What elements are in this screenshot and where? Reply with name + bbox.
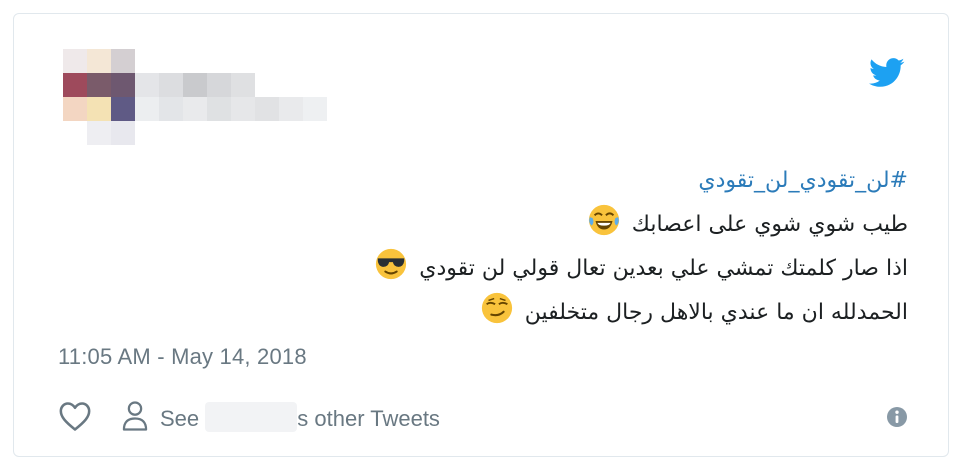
tweet-actions: See s other Tweets <box>58 396 908 436</box>
tweet-line-2-text: اذا صار كلمتك تمشي علي بعدين تعال قولي ل… <box>419 256 908 281</box>
tweet-line-3-text: الحمدلله ان ما عندي بالاهل رجال متخلفين <box>524 300 908 325</box>
see-suffix: s other Tweets <box>297 406 440 431</box>
tweet-line-1-text: طيب شوي شوي على اعصابك <box>631 212 908 237</box>
see-other-tweets-link[interactable]: See s other Tweets <box>160 402 440 432</box>
smirk-emoji-icon <box>481 292 512 324</box>
info-icon[interactable] <box>886 406 908 428</box>
twitter-bird-icon[interactable] <box>869 58 905 88</box>
username-blurred <box>205 402 298 432</box>
heart-icon[interactable] <box>58 400 92 432</box>
tweet-line-3: الحمدلله ان ما عندي بالاهل رجال متخلفين <box>308 291 908 335</box>
tweet-timestamp[interactable]: 11:05 AM - May 14, 2018 <box>58 344 307 370</box>
tweet-card: #لن_تقودي_لن_تقودي طيب شوي شوي على اعصاب… <box>13 13 949 457</box>
hashtag-link[interactable]: #لن_تقودي_لن_تقودي <box>308 159 908 203</box>
tweet-line-1: طيب شوي شوي على اعصابك <box>308 203 908 247</box>
author-blurred-block <box>50 49 350 159</box>
joy-emoji-icon <box>588 204 619 236</box>
tweet-text: #لن_تقودي_لن_تقودي طيب شوي شوي على اعصاب… <box>308 159 908 335</box>
person-icon[interactable] <box>120 400 150 432</box>
sunglasses-emoji-icon <box>376 248 407 280</box>
see-prefix: See <box>160 406 206 431</box>
tweet-line-2: اذا صار كلمتك تمشي علي بعدين تعال قولي ل… <box>308 247 908 291</box>
